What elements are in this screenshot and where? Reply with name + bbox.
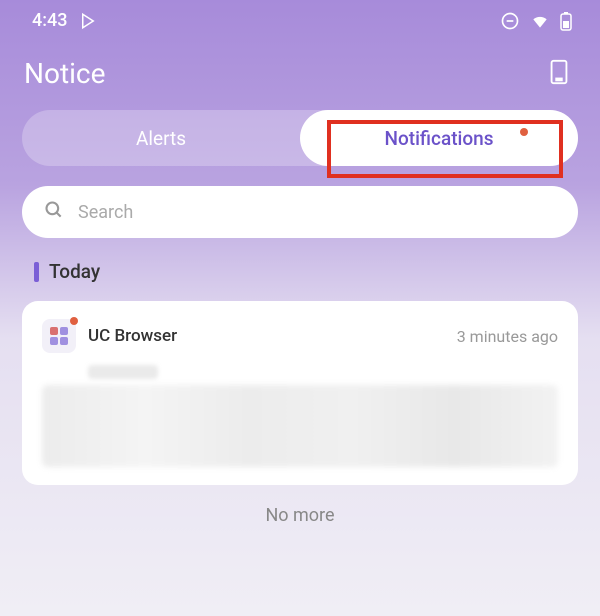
- tab-notifications[interactable]: Notifications: [300, 110, 578, 166]
- section-header-today: Today: [34, 260, 566, 283]
- section-title: Today: [49, 260, 100, 283]
- card-subtitle-blur: [88, 365, 158, 379]
- footer-text: No more: [0, 505, 600, 526]
- tab-alerts[interactable]: Alerts: [22, 110, 300, 166]
- minus-circle-icon: [500, 11, 520, 31]
- card-time: 3 minutes ago: [457, 327, 558, 346]
- app-name: UC Browser: [88, 326, 177, 346]
- tabs: Alerts Notifications: [22, 110, 578, 166]
- card-left: UC Browser: [42, 319, 177, 353]
- search-input[interactable]: [78, 202, 556, 223]
- device-icon[interactable]: [548, 59, 570, 89]
- wifi-icon: [530, 11, 550, 31]
- page-title: Notice: [24, 57, 105, 90]
- status-time: 4:43: [32, 10, 67, 31]
- tab-alerts-label: Alerts: [136, 127, 186, 150]
- notification-card[interactable]: UC Browser 3 minutes ago: [22, 301, 578, 485]
- play-store-icon: [79, 12, 97, 30]
- app-icon-badge: [70, 317, 78, 325]
- search-bar[interactable]: [22, 186, 578, 238]
- app-icon: [42, 319, 76, 353]
- card-header: UC Browser 3 minutes ago: [42, 319, 558, 353]
- tab-notifications-label: Notifications: [385, 127, 494, 150]
- search-icon: [44, 200, 64, 224]
- card-body-blur: [42, 385, 558, 467]
- battery-icon: [560, 11, 572, 31]
- status-bar: 4:43: [0, 0, 600, 39]
- header: Notice: [0, 39, 600, 110]
- section-accent-bar: [34, 262, 39, 282]
- status-left: 4:43: [32, 10, 97, 31]
- status-right: [500, 11, 572, 31]
- notification-badge: [520, 128, 528, 136]
